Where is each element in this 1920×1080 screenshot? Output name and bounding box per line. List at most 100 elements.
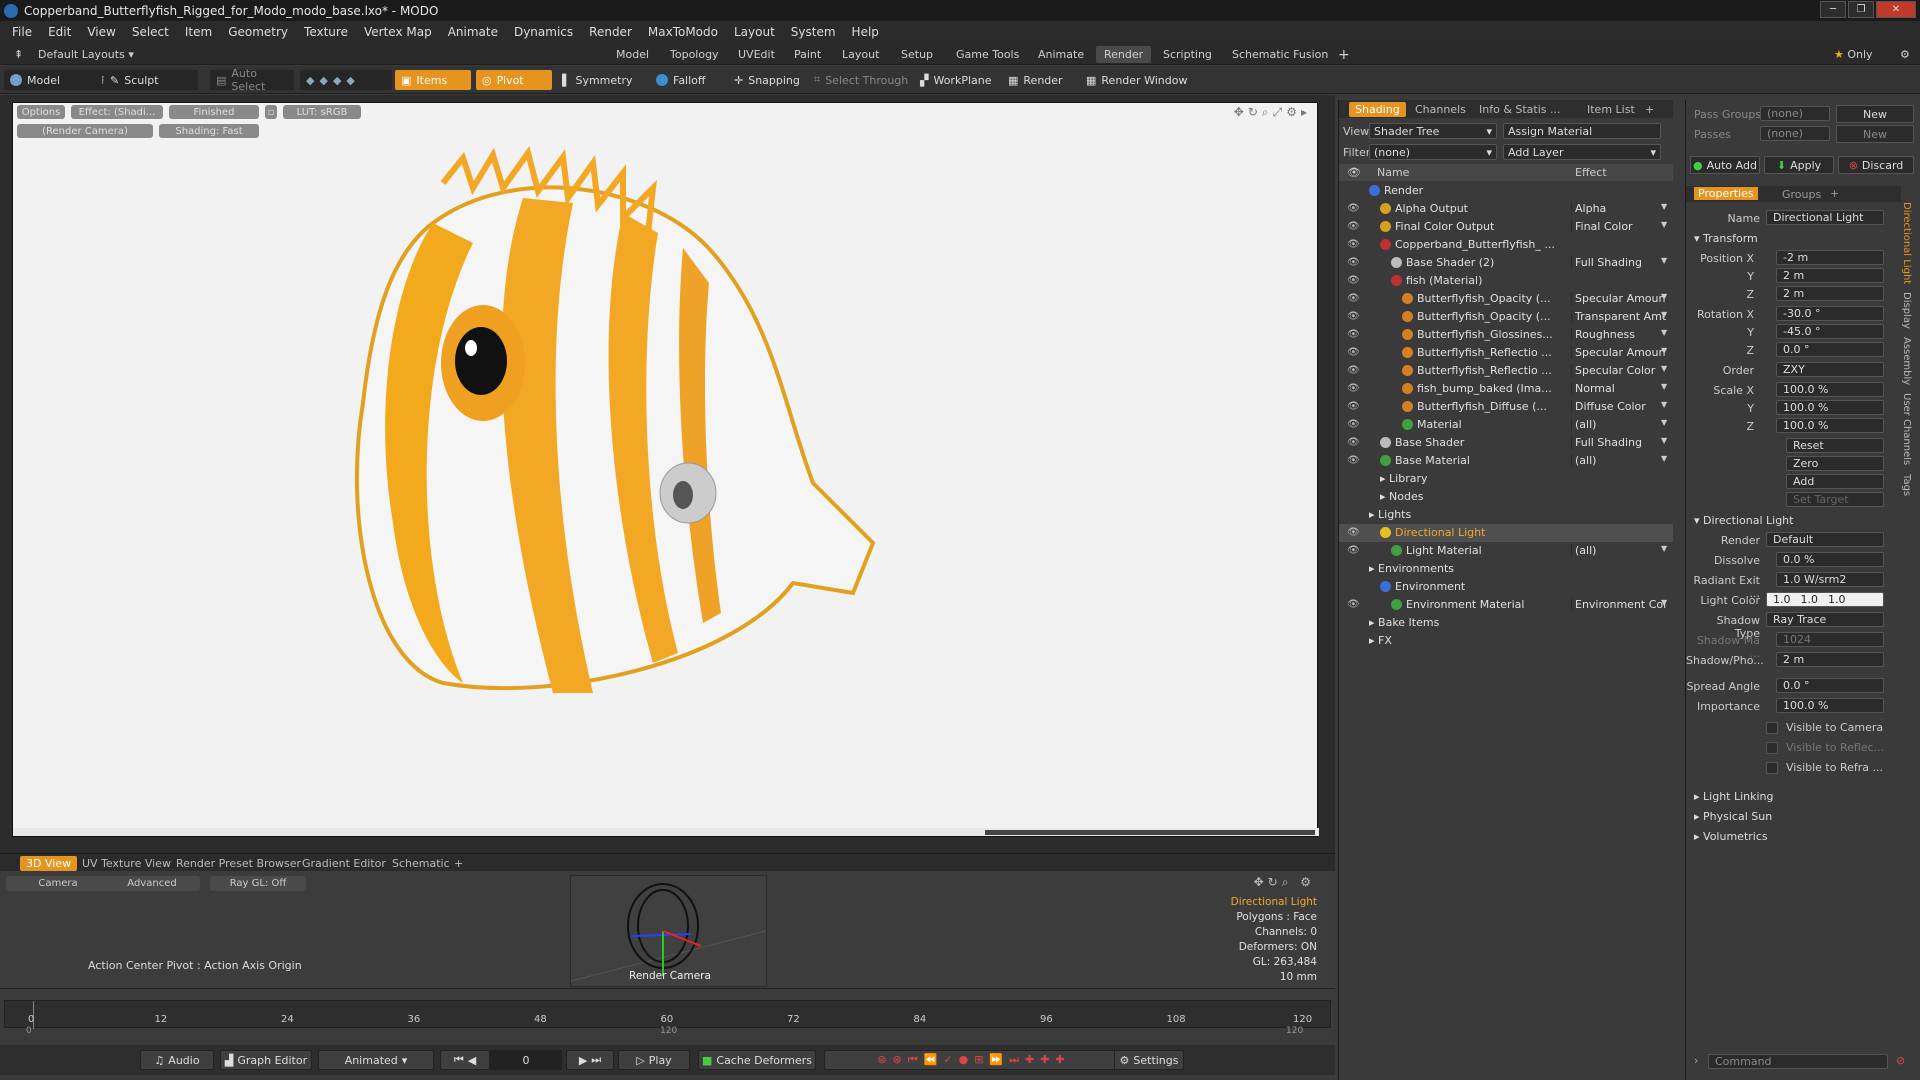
- raygl-button[interactable]: Ray GL: Off: [210, 876, 306, 891]
- tab-render-preset-browser[interactable]: Render Preset Browser: [170, 856, 307, 871]
- apply-button[interactable]: ⬇ Apply: [1764, 156, 1834, 174]
- shader-tree-item[interactable]: Environment: [1380, 580, 1569, 593]
- tab-scripting[interactable]: Scripting: [1155, 46, 1220, 63]
- tab-layout[interactable]: Layout: [834, 46, 887, 63]
- chevron-down-icon[interactable]: ▼: [1661, 454, 1667, 463]
- shader-tree-item[interactable]: Alpha Output: [1380, 202, 1569, 215]
- falloff-button[interactable]: Falloff: [650, 70, 711, 90]
- visibility-eye-icon[interactable]: 👁: [1347, 257, 1360, 269]
- tab-info-statistics[interactable]: Info & Statis ...: [1473, 102, 1567, 117]
- layout-pin-icon[interactable]: ⇞: [6, 46, 31, 63]
- view-dropdown[interactable]: Shader Tree ▾: [1369, 123, 1497, 139]
- visibility-eye-icon[interactable]: 👁: [1347, 329, 1360, 341]
- chevron-down-icon[interactable]: ▼: [1661, 256, 1667, 265]
- menu-animate[interactable]: Animate: [440, 25, 506, 39]
- snapping-button[interactable]: ✛ Snapping: [728, 70, 806, 90]
- shader-tree-item[interactable]: Base Shader: [1380, 436, 1569, 449]
- chevron-down-icon[interactable]: ▼: [1661, 292, 1667, 301]
- shader-tree-effect[interactable]: (all): [1571, 544, 1666, 557]
- menu-geometry[interactable]: Geometry: [220, 25, 296, 39]
- viewport-shading-button[interactable]: Shading: Fast: [159, 124, 259, 138]
- rotation-z-field[interactable]: 0.0 °: [1776, 342, 1884, 357]
- shader-tree-item[interactable]: Light Material: [1391, 544, 1569, 557]
- tab-render[interactable]: Render: [1096, 46, 1152, 63]
- visibility-eye-icon[interactable]: 👁: [1347, 527, 1360, 539]
- shader-tree-item[interactable]: Base Shader (2): [1391, 256, 1569, 269]
- render-viewport[interactable]: Options Effect: (Shadi... Finished ▫ LUT…: [12, 102, 1319, 837]
- shader-tree-item[interactable]: ▸ Library: [1380, 472, 1569, 485]
- volumetrics-section[interactable]: ▸ Volumetrics: [1694, 830, 1768, 843]
- command-input[interactable]: Command: [1708, 1054, 1888, 1069]
- render-button[interactable]: ▦ Render: [1002, 70, 1069, 90]
- visibility-eye-icon[interactable]: 👁: [1347, 275, 1360, 287]
- camera-preview[interactable]: Render Camera: [570, 875, 767, 987]
- vtab-tags[interactable]: Tags: [1901, 474, 1912, 496]
- items-mode-button[interactable]: ▣ Items: [395, 70, 471, 90]
- column-name[interactable]: Name: [1377, 166, 1409, 179]
- visible-to-refraction-checkbox[interactable]: [1766, 762, 1778, 774]
- shadow-type-dropdown[interactable]: Ray Trace: [1766, 612, 1884, 627]
- transform-section[interactable]: ▾ Transform: [1694, 232, 1758, 245]
- add-props-tab-icon[interactable]: +: [1830, 187, 1839, 200]
- chevron-down-icon[interactable]: ▼: [1661, 328, 1667, 337]
- dissolve-field[interactable]: 0.0 %: [1776, 552, 1884, 567]
- filter-dropdown[interactable]: (none) ▾: [1369, 144, 1497, 160]
- chevron-down-icon[interactable]: ▼: [1661, 418, 1667, 427]
- tab-game-tools[interactable]: Game Tools: [948, 46, 1027, 63]
- visibility-eye-icon[interactable]: 👁: [1347, 599, 1360, 611]
- shader-tree-row[interactable]: 👁 Base Shader Full Shading ▼: [1339, 434, 1673, 452]
- minimize-button[interactable]: ─: [1820, 1, 1846, 18]
- tab-item-list[interactable]: Item List: [1581, 102, 1641, 117]
- tab-schematic-fusion[interactable]: Schematic Fusion: [1224, 46, 1336, 63]
- new-pass-button[interactable]: New: [1836, 125, 1914, 143]
- tab-animate[interactable]: Animate: [1030, 46, 1092, 63]
- last-frame-icon[interactable]: ⏭: [591, 1053, 601, 1067]
- shader-tree-effect[interactable]: Diffuse Color: [1571, 400, 1666, 413]
- shader-tree-item[interactable]: fish_bump_baked (Ima...: [1402, 382, 1569, 395]
- shader-tree-item[interactable]: ▸ Bake Items: [1369, 616, 1569, 629]
- tab-schematic[interactable]: Schematic: [386, 856, 456, 871]
- shader-tree-item[interactable]: Material: [1402, 418, 1569, 431]
- shader-tree-item[interactable]: fish (Material): [1391, 274, 1569, 287]
- render-window-button[interactable]: ▦ Render Window: [1080, 70, 1193, 90]
- shader-tree-row[interactable]: 👁 Base Shader (2) Full Shading ▼: [1339, 254, 1673, 272]
- chevron-down-icon[interactable]: ▼: [1661, 544, 1667, 553]
- prev-frame-icon[interactable]: ◀: [468, 1054, 476, 1067]
- settings-button[interactable]: ⚙ Settings: [1114, 1050, 1184, 1070]
- menu-view[interactable]: View: [79, 25, 123, 39]
- chevron-down-icon[interactable]: ▼: [1661, 310, 1667, 319]
- physical-sun-section[interactable]: ▸ Physical Sun: [1694, 810, 1772, 823]
- tab-setup[interactable]: Setup: [893, 46, 941, 63]
- visibility-eye-icon[interactable]: 👁: [1347, 365, 1360, 377]
- chevron-down-icon[interactable]: ▼: [1661, 364, 1667, 373]
- tab-3d-view[interactable]: 3D View: [20, 856, 78, 871]
- add-layer-dropdown[interactable]: Add Layer ▾: [1503, 144, 1661, 160]
- shader-tree-row[interactable]: Environment: [1339, 578, 1673, 596]
- visibility-eye-icon[interactable]: 👁: [1347, 239, 1360, 251]
- shader-tree-row[interactable]: 👁 Copperband_Butterflyfish_ ...: [1339, 236, 1673, 254]
- visibility-eye-icon[interactable]: 👁: [1347, 545, 1360, 557]
- transport-prev-buttons[interactable]: ⏮ ◀: [440, 1050, 490, 1070]
- shader-tree-row[interactable]: 👁 Butterflyfish_Opacity (... Transparent A…: [1339, 308, 1673, 326]
- shader-tree-row[interactable]: 👁 fish (Material): [1339, 272, 1673, 290]
- shader-tree-effect[interactable]: (all): [1571, 454, 1666, 467]
- position-y-field[interactable]: 2 m: [1776, 268, 1884, 283]
- add-panel-tab-icon[interactable]: +: [1639, 102, 1660, 117]
- cache-deformers-button[interactable]: ■ Cache Deformers: [698, 1050, 816, 1070]
- tab-shading[interactable]: Shading: [1349, 102, 1406, 117]
- menu-edit[interactable]: Edit: [40, 25, 79, 39]
- shader-tree-row[interactable]: ▸ Bake Items: [1339, 614, 1673, 632]
- shader-tree-item[interactable]: Copperband_Butterflyfish_ ...: [1380, 238, 1569, 251]
- add-tab-icon[interactable]: +: [1330, 46, 1358, 63]
- shader-tree-item[interactable]: Environment Material: [1391, 598, 1569, 611]
- chevron-down-icon[interactable]: ▼: [1661, 202, 1667, 211]
- tab-groups[interactable]: Groups: [1782, 188, 1821, 201]
- shader-tree-row[interactable]: 👁 Directional Light: [1339, 524, 1673, 542]
- menu-item[interactable]: Item: [177, 25, 220, 39]
- key-tools-group[interactable]: ⊛⊛⏮⏪✓●⊞⏩⏭✚✚✚: [824, 1050, 1124, 1070]
- scale-x-field[interactable]: 100.0 %: [1776, 382, 1884, 397]
- tab-topology[interactable]: Topology: [662, 46, 727, 63]
- graph-editor-button[interactable]: ▟ Graph Editor: [220, 1050, 312, 1070]
- shader-tree-item[interactable]: ▸ Environments: [1369, 562, 1569, 575]
- edges-mode-icon[interactable]: ◆: [319, 74, 327, 87]
